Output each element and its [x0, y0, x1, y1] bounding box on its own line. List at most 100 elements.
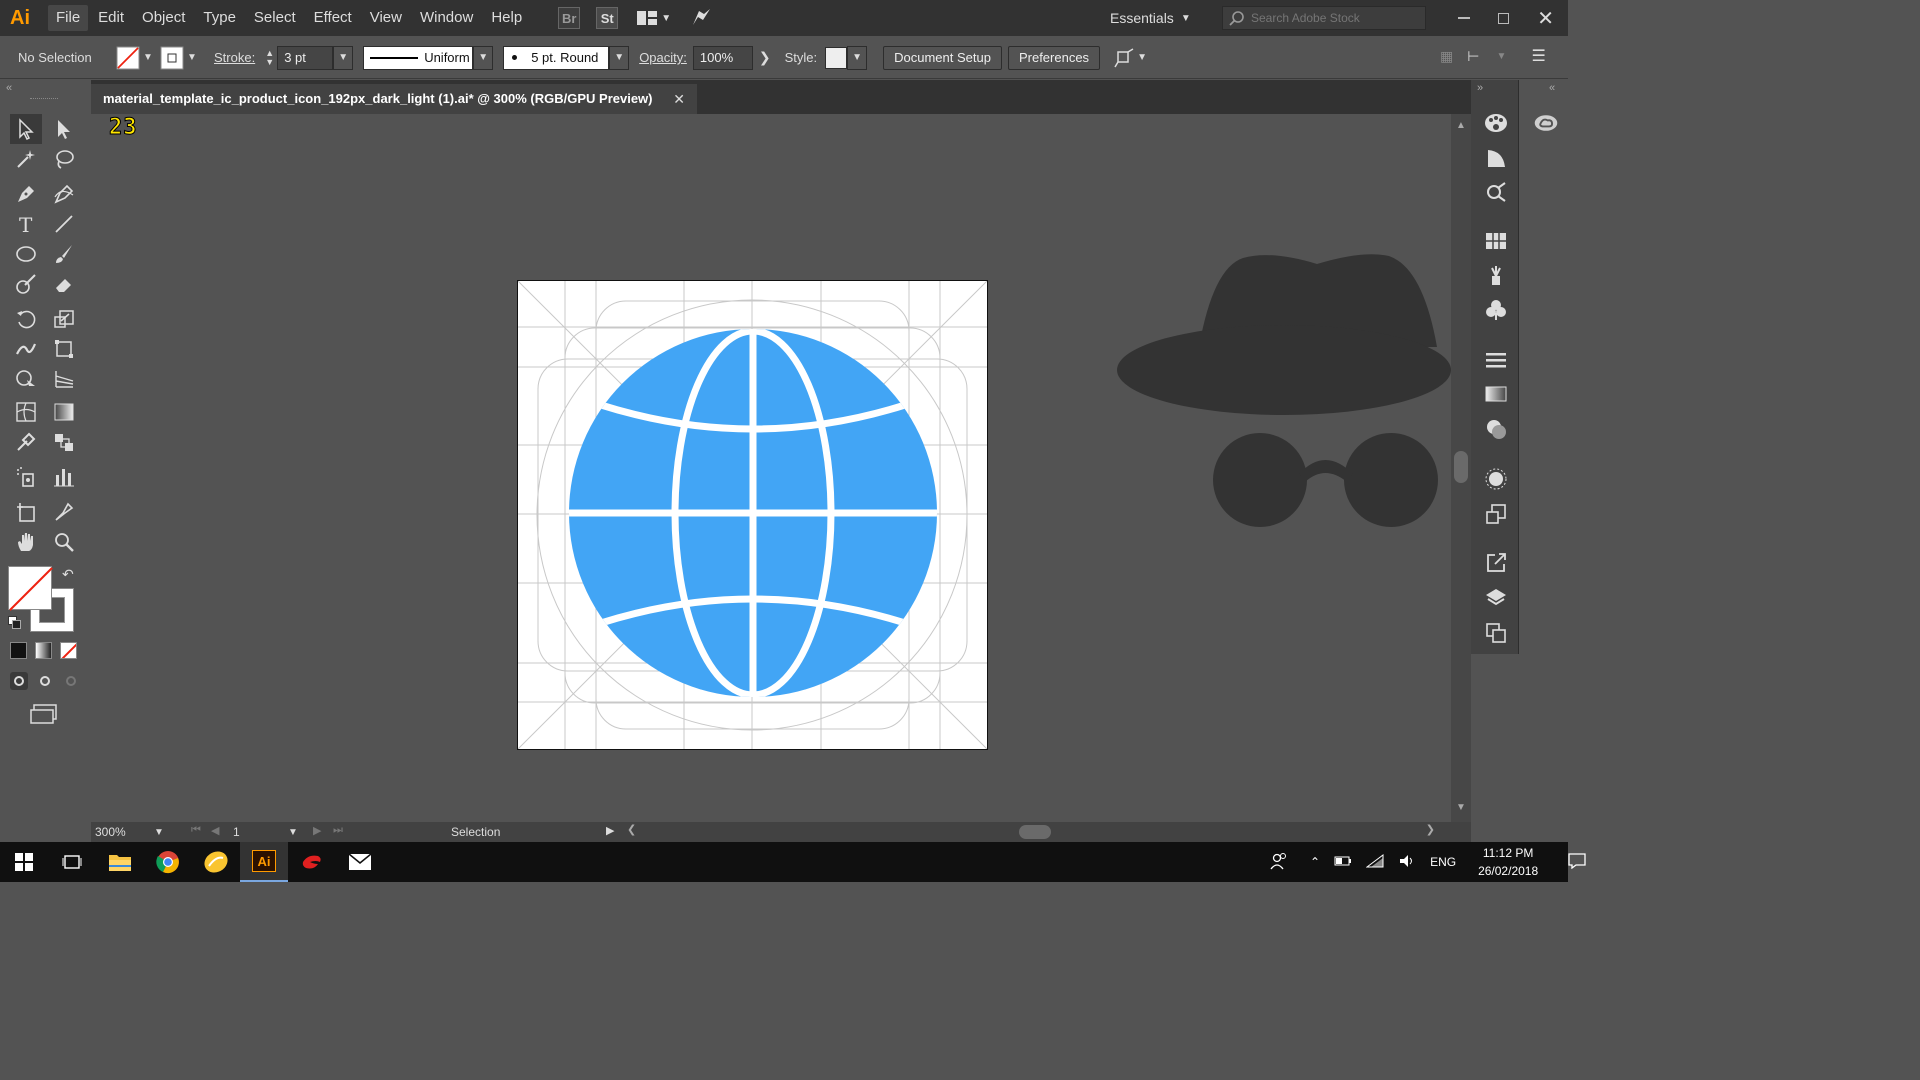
file-explorer-button[interactable]	[96, 842, 144, 882]
artboards-panel-icon[interactable]	[1483, 620, 1509, 646]
blend-tool-icon[interactable]	[48, 427, 80, 457]
scroll-up-icon[interactable]: ▲	[1456, 120, 1466, 131]
appearance-panel-icon[interactable]	[1483, 466, 1509, 492]
brush-definition-dropdown[interactable]: 5 pt. Round ▼	[503, 45, 630, 70]
collapse-panels-icon[interactable]: «	[1549, 82, 1555, 94]
canvas[interactable]: 23	[91, 114, 1451, 822]
mesh-tool-icon[interactable]	[10, 397, 42, 427]
creative-cloud-icon[interactable]	[1533, 110, 1559, 136]
search-input[interactable]	[1251, 11, 1421, 25]
align-grid-icon[interactable]: ▦	[1440, 48, 1453, 65]
scroll-left-icon[interactable]: ❮	[627, 823, 636, 836]
stroke-weight-input[interactable]: 3 pt	[277, 45, 334, 70]
default-fill-stroke-icon[interactable]	[8, 616, 22, 630]
document-tab[interactable]: material_template_ic_product_icon_192px_…	[91, 84, 697, 114]
illustrator-taskbar-button[interactable]: Ai	[240, 842, 288, 882]
perspective-grid-tool-icon[interactable]	[48, 364, 80, 394]
bridge-icon[interactable]: Br	[558, 7, 581, 29]
brushes-panel-icon[interactable]	[1483, 262, 1509, 288]
gradient-mode-icon[interactable]	[35, 642, 52, 659]
opacity-label[interactable]: Opacity:	[639, 50, 687, 65]
color-mode-icon[interactable]	[10, 642, 27, 659]
show-hidden-icons-icon[interactable]: ⌃	[1310, 855, 1320, 869]
stock-search-field[interactable]	[1222, 6, 1426, 30]
width-tool-icon[interactable]	[10, 334, 42, 364]
panel-gripper[interactable]	[30, 98, 58, 100]
swap-fill-stroke-icon[interactable]: ↶	[62, 566, 74, 583]
vertical-scroll-thumb[interactable]	[1454, 451, 1468, 483]
shape-builder-tool-icon[interactable]	[10, 364, 42, 394]
menu-help[interactable]: Help	[483, 5, 530, 31]
close-icon[interactable]: ✕	[1537, 6, 1554, 31]
menu-type[interactable]: Type	[195, 5, 244, 31]
last-artboard-icon[interactable]: ⏭	[333, 824, 343, 837]
wifi-icon[interactable]	[1365, 853, 1384, 871]
rotate-tool-icon[interactable]	[10, 304, 42, 334]
stroke-swatch-dropdown[interactable]: ▼	[160, 46, 200, 70]
menu-file[interactable]: File	[48, 5, 89, 31]
selection-tool-icon[interactable]	[10, 114, 42, 144]
stroke-weight-stepper[interactable]: ▲ ▼	[265, 48, 277, 67]
stroke-panel-icon[interactable]	[1483, 347, 1509, 373]
color-panel-icon[interactable]	[1483, 110, 1509, 136]
color-guide-panel-icon[interactable]	[1483, 145, 1509, 171]
action-center-icon[interactable]	[1568, 852, 1586, 872]
workspace-switcher[interactable]: Essentials ▼	[1110, 0, 1194, 36]
horizontal-scroll-thumb[interactable]	[1019, 825, 1051, 839]
eraser-tool-icon[interactable]	[48, 269, 80, 299]
stroke-label[interactable]: Stroke:	[214, 50, 255, 65]
media-app-button[interactable]	[192, 842, 240, 882]
chevron-right-icon[interactable]: ❯	[759, 49, 771, 66]
opacity-input[interactable]: 100%	[692, 45, 753, 70]
artboard-tool-icon[interactable]	[10, 497, 42, 527]
hand-tool-icon[interactable]	[10, 527, 42, 557]
artboard[interactable]	[517, 280, 988, 750]
fill-swatch-dropdown[interactable]: ▼	[116, 46, 156, 70]
menu-edit[interactable]: Edit	[90, 5, 132, 31]
gradient-panel-icon[interactable]	[1483, 381, 1509, 407]
eyedropper-tool-icon[interactable]	[10, 427, 42, 457]
screen-mode-icon[interactable]	[30, 704, 60, 727]
menu-view[interactable]: View	[362, 5, 410, 31]
menu-object[interactable]: Object	[134, 5, 193, 31]
transparency-panel-icon[interactable]	[1483, 416, 1509, 442]
variable-width-profile-dropdown[interactable]: Uniform ▼	[363, 45, 494, 70]
draw-inside-icon[interactable]	[62, 672, 80, 690]
scroll-down-icon[interactable]: ▼	[1456, 802, 1466, 813]
gpu-performance-icon[interactable]	[690, 6, 712, 31]
symbol-sprayer-tool-icon[interactable]	[10, 462, 42, 492]
shaper-tool-icon[interactable]	[10, 269, 42, 299]
preferences-button[interactable]: Preferences	[1007, 45, 1101, 70]
previous-artboard-icon[interactable]: ◀	[211, 824, 219, 837]
pen-tool-icon[interactable]	[10, 179, 42, 209]
gradient-tool-icon[interactable]	[48, 397, 80, 427]
layers-panel-icon[interactable]	[1483, 585, 1509, 611]
stroke-color-swatch[interactable]	[30, 588, 74, 632]
horizontal-scrollbar[interactable]: ❮ ❯	[621, 822, 1441, 842]
swatches-panel-icon[interactable]	[1483, 228, 1509, 254]
none-mode-icon[interactable]	[60, 642, 77, 659]
curvature-tool-icon[interactable]	[48, 179, 80, 209]
slice-tool-icon[interactable]	[48, 497, 80, 527]
language-indicator[interactable]: ENG	[1430, 855, 1456, 869]
close-tab-icon[interactable]: ✕	[673, 84, 685, 114]
battery-icon[interactable]	[1334, 855, 1352, 870]
direct-selection-tool-icon[interactable]	[48, 114, 80, 144]
volume-icon[interactable]	[1398, 854, 1416, 871]
free-transform-tool-icon[interactable]	[48, 334, 80, 364]
draw-behind-icon[interactable]	[36, 672, 54, 690]
align-objects-icon[interactable]: ⊢	[1467, 48, 1479, 65]
chrome-button[interactable]	[144, 842, 192, 882]
menu-select[interactable]: Select	[246, 5, 304, 31]
line-segment-tool-icon[interactable]	[48, 209, 80, 239]
export-panel-icon[interactable]	[1483, 550, 1509, 576]
first-artboard-icon[interactable]: ⏮	[191, 824, 201, 837]
cc-libraries-panel-icon[interactable]	[1483, 179, 1509, 205]
transform-options-dropdown[interactable]: ▼	[1114, 47, 1150, 68]
restore-icon[interactable]	[1498, 12, 1510, 24]
clock[interactable]: 11:12 PM 26/02/2018	[1478, 844, 1538, 880]
arrange-documents-button[interactable]: ▼	[636, 10, 674, 26]
graphic-style-dropdown[interactable]: ▼	[825, 45, 868, 70]
task-view-button[interactable]	[48, 842, 96, 882]
chevron-down-icon[interactable]: ▼	[333, 45, 354, 70]
